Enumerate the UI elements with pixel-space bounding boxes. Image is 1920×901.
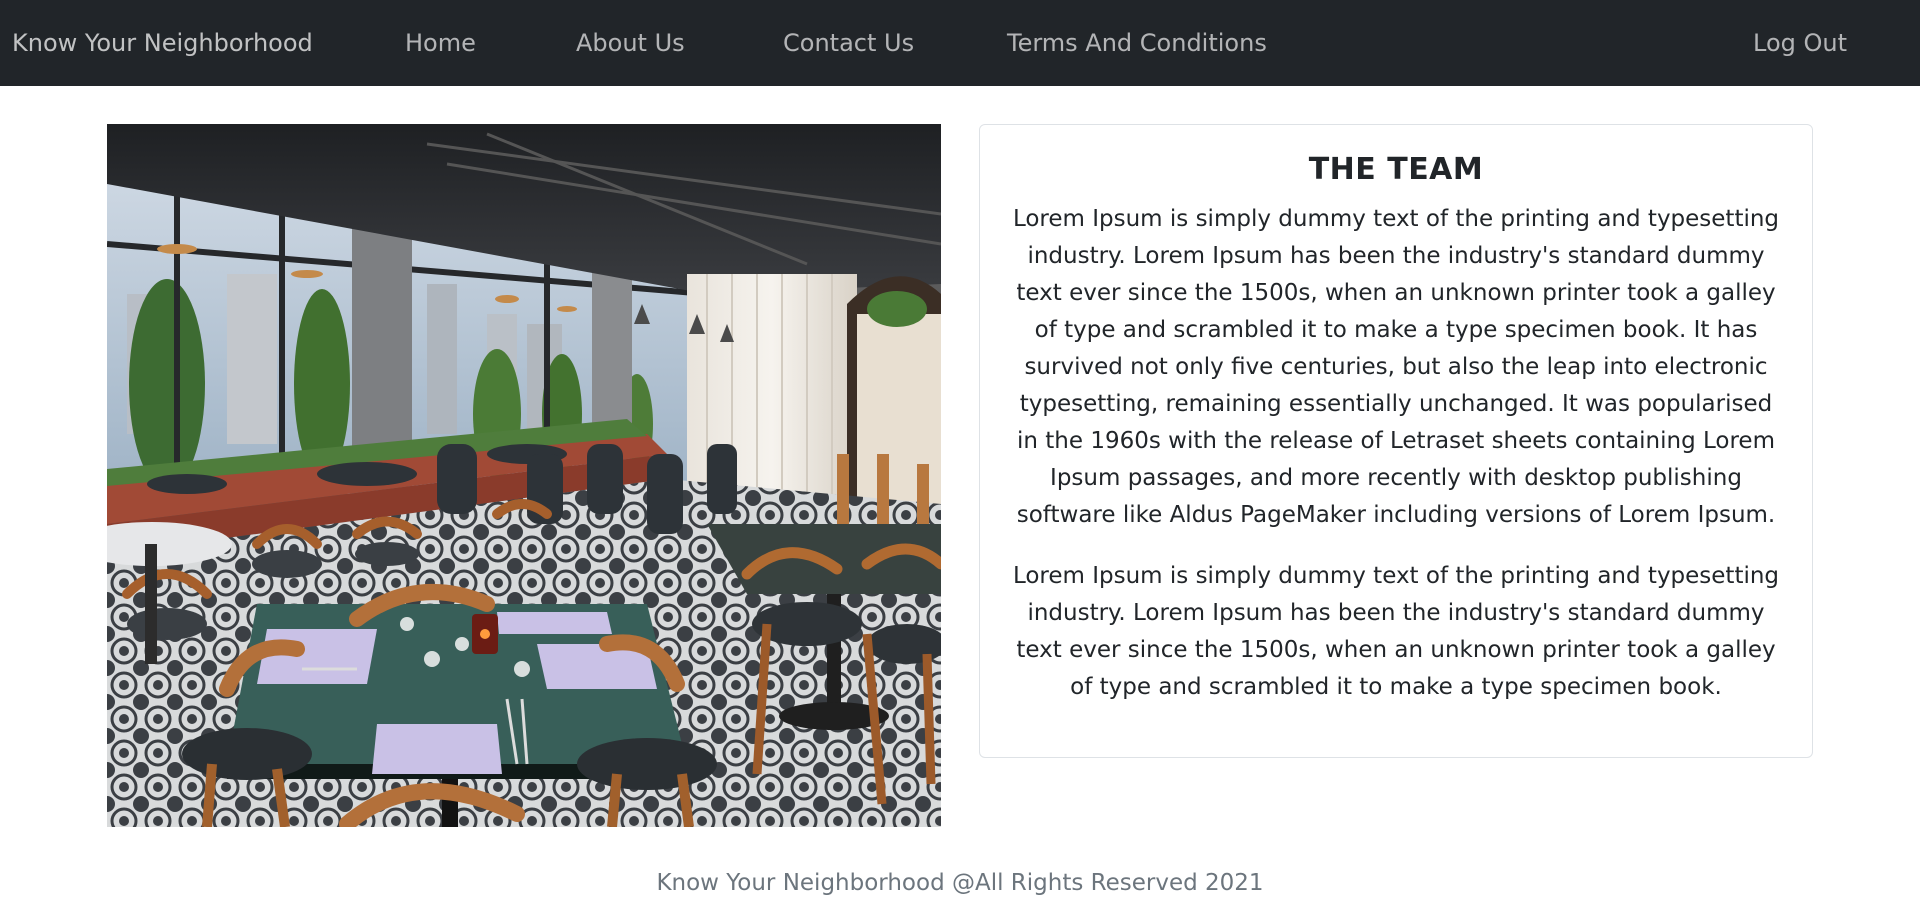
team-title: THE TEAM — [1308, 152, 1484, 187]
top-navbar: Know Your Neighborhood Home About Us Con… — [0, 0, 1920, 86]
nav-link-about-us[interactable]: About Us — [576, 0, 685, 86]
team-paragraph-2: Lorem Ipsum is simply dummy text of the … — [1012, 563, 1780, 700]
brand-link[interactable]: Know Your Neighborhood — [12, 0, 313, 86]
logout-link[interactable]: Log Out — [1753, 0, 1847, 86]
nav-link-contact-us[interactable]: Contact Us — [783, 0, 914, 86]
team-paragraph-1: Lorem Ipsum is simply dummy text of the … — [1012, 206, 1780, 528]
team-card: THE TEAM Lorem Ipsum is simply dummy tex… — [979, 124, 1813, 758]
nav-link-terms-and-conditions[interactable]: Terms And Conditions — [1007, 0, 1267, 86]
restaurant-interior-photo — [107, 124, 941, 827]
footer-copyright: Know Your Neighborhood @All Rights Reser… — [656, 870, 1264, 896]
nav-link-home[interactable]: Home — [405, 0, 476, 86]
